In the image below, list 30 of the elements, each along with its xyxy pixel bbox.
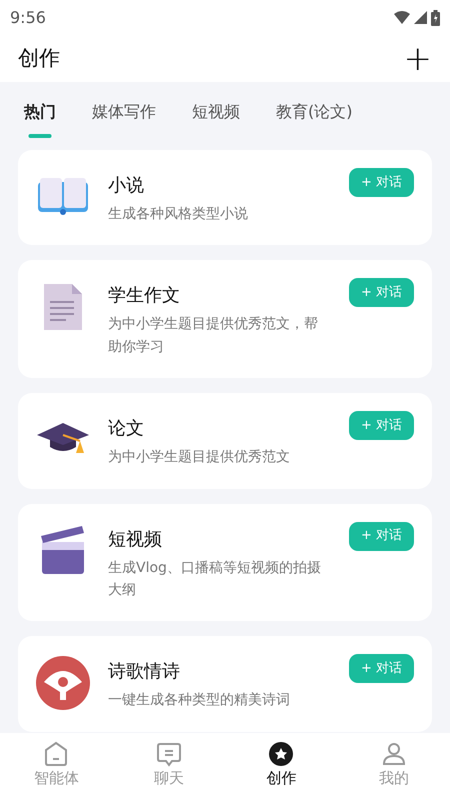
tab[interactable]: 热门 <box>24 100 56 142</box>
card-title: 小说 <box>108 174 145 198</box>
battery-icon <box>431 10 440 26</box>
tab[interactable]: 教育(论文) <box>276 100 352 142</box>
nav-tab[interactable]: 创作 <box>225 733 338 800</box>
card-description: 生成Vlog、口播稿等短视频的拍摄大纲 <box>108 558 322 600</box>
fan-icon <box>36 656 90 710</box>
status-time: 9:56 <box>10 6 46 28</box>
card[interactable]: 诗歌情诗 一键生成各种类型的精美诗词 + 对话 <box>18 636 432 732</box>
tab[interactable]: 媒体写作 <box>92 100 156 142</box>
card-title: 短视频 <box>108 528 163 552</box>
home-icon <box>43 741 70 767</box>
card-title: 论文 <box>108 417 145 442</box>
card[interactable]: 学生作文 为中小学生题目提供优秀范文，帮助你学习 + 对话 <box>18 260 432 378</box>
card[interactable]: 论文 为中小学生题目提供优秀范文 + 对话 <box>18 393 432 489</box>
card-description: 为中小学生题目提供优秀范文，帮助你学习 <box>108 315 319 357</box>
card-description: 为中小学生题目提供优秀范文 <box>108 448 291 468</box>
add-icon[interactable]: + <box>404 42 432 76</box>
signal-icon <box>414 11 427 24</box>
chat-icon <box>156 741 182 767</box>
tab[interactable]: 短视频 <box>192 100 240 142</box>
card-description: 生成各种风格类型小说 <box>108 205 249 224</box>
card[interactable]: 小说 生成各种风格类型小说 + 对话 <box>18 150 432 246</box>
page-title: 创作 <box>18 44 60 72</box>
card-title: 诗歌情诗 <box>108 660 181 684</box>
card[interactable]: 短视频 生成Vlog、口播稿等短视频的拍摄大纲 + 对话 <box>18 504 432 622</box>
card-description: 一键生成各种类型的精美诗词 <box>108 691 291 710</box>
person-icon <box>380 741 407 767</box>
card-title: 学生作文 <box>108 284 181 308</box>
wifi-icon <box>394 11 410 24</box>
